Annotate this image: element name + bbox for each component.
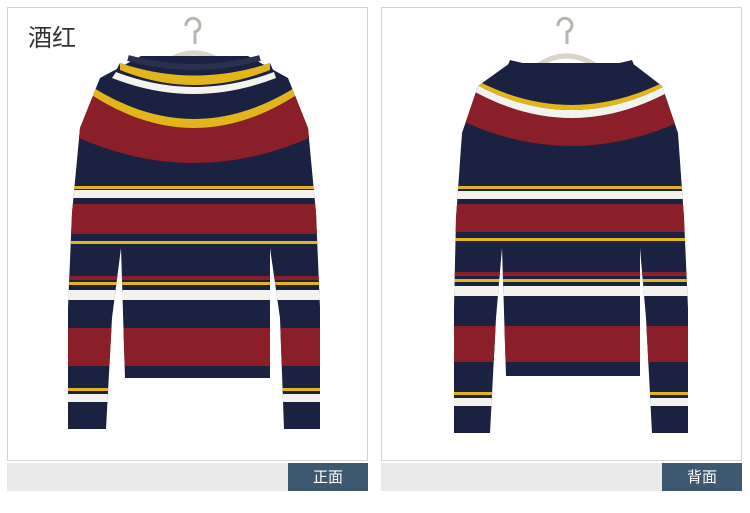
front-view-tab: 正面 [288, 463, 368, 491]
back-sweater-image [454, 16, 688, 433]
back-label-strip: 背面 [381, 463, 742, 491]
front-view-panel: 酒红 [7, 7, 368, 461]
back-view-panel [381, 7, 742, 461]
back-view-tab: 背面 [662, 463, 742, 491]
front-label-strip: 正面 [7, 463, 368, 491]
front-sweater-image [68, 16, 320, 429]
